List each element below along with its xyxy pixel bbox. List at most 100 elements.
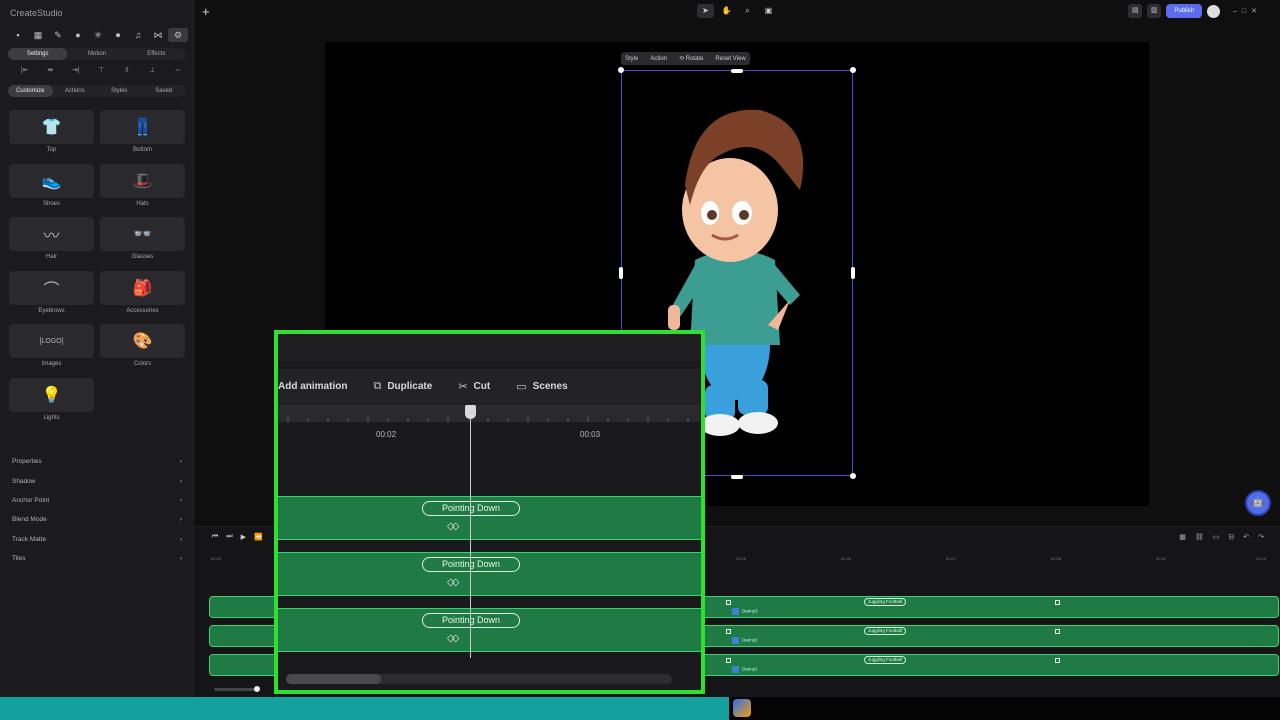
record-icon[interactable]: ⏺ [108,28,128,42]
keyframe[interactable] [1055,600,1060,605]
horizontal-scrollbar[interactable] [286,674,672,684]
split-icon[interactable]: ⊟ [1228,533,1234,541]
keyframe[interactable] [1055,658,1060,663]
tab-motion[interactable]: Motion [67,48,126,60]
scenes-button[interactable]: ▭ Scenes [516,380,567,393]
save-icon[interactable]: ▥ [1147,4,1162,18]
resize-handle[interactable] [850,473,856,479]
duplicate-button[interactable]: ⧉ Duplicate [373,380,432,393]
music-icon[interactable]: ♫ [128,28,148,42]
folder-icon[interactable]: ▪ [8,28,28,42]
zoom-track[interactable]: Pointing Down ◇◇ [278,496,701,540]
circle-icon[interactable]: ● [68,28,88,42]
undo-icon[interactable]: ↶ [1243,533,1249,541]
scroll-thumb[interactable] [286,674,381,684]
tab-settings[interactable]: Settings [8,48,68,60]
tab-customize[interactable]: Customize [8,85,53,97]
distribute-icon[interactable]: ⇔ [165,66,191,76]
link-icon[interactable]: ⛓ [1195,533,1204,541]
sparkle-icon[interactable]: ✳ [88,28,108,42]
asset-accessories[interactable]: 🎒 Accessories [100,270,185,325]
tab-actions[interactable]: Actions [53,85,98,97]
keyframe-diamond-icon[interactable]: ◇◇ [447,633,460,644]
resize-handle[interactable] [851,267,855,279]
caption-icon[interactable]: ▭ [1213,533,1220,541]
publish-button[interactable]: Publish [1166,4,1202,18]
keyframe[interactable] [726,629,731,634]
rewind-icon[interactable]: ⏪ [254,533,263,541]
asset-images[interactable]: [LOGO] Images [9,324,94,378]
asset-lights[interactable]: 💡 Lights [9,377,94,432]
prop-tiles[interactable]: Tiles › [12,549,182,568]
add-animation-button[interactable]: Add animation [278,381,347,392]
resize-handle[interactable] [731,69,743,73]
animation-clip[interactable]: Pointing Down [422,501,520,516]
app-taskbar-icon[interactable] [733,699,751,717]
align-center-v-icon[interactable]: ⇳ [114,66,140,76]
avatar[interactable] [1207,4,1220,18]
frame-icon[interactable]: ▣ [760,4,777,18]
tab-saved[interactable]: Saved [142,85,187,97]
prop-shadow[interactable]: Shadow › [12,471,182,490]
table-icon[interactable]: ▦ [28,28,48,42]
window-controls[interactable]: –□✕ [1233,7,1262,15]
style-button[interactable]: Style [625,56,638,62]
prop-anchor-point[interactable]: Anchor Point › [12,491,182,510]
animation-clip[interactable]: Juggling Football [864,656,907,664]
keyframe[interactable] [726,600,731,605]
hand-icon[interactable]: ✋ [718,4,735,18]
resize-handle[interactable] [618,67,624,73]
resize-handle[interactable] [731,475,743,479]
rotate-button[interactable]: ⟲ Rotate [679,55,703,62]
brush-icon[interactable]: ✎ [48,28,68,42]
pointer-icon[interactable]: ➤ [697,4,714,18]
tab-effects[interactable]: Effects [127,48,186,60]
zoom-track[interactable]: Pointing Down ◇◇ [278,552,701,596]
align-right-icon[interactable]: ⇥| [63,66,89,76]
gear-icon[interactable]: ⚙ [168,28,188,42]
keyframe-diamond-icon[interactable]: ◇◇ [447,577,460,588]
assistant-bot-icon[interactable]: 🤖 [1245,490,1271,516]
asset-hats[interactable]: 🎩 Hats [100,163,185,218]
asset-glasses[interactable]: 👓 Glasses [100,217,185,271]
prop-track-matte[interactable]: Track Matte › [12,530,182,549]
align-left-icon[interactable]: |⇤ [12,66,38,76]
asset-hair[interactable]: 〰 Hair [9,217,94,271]
asset-bottom[interactable]: 👖 Bottom [100,110,185,164]
keyframe-diamond-icon[interactable]: ◇◇ [447,521,460,532]
asset-colors[interactable]: 🎨 Colors [100,324,185,378]
asset-label: Hats [136,200,149,207]
keyframe[interactable] [726,658,731,663]
animation-clip[interactable]: Pointing Down [422,613,520,628]
cut-button[interactable]: ✂ Cut [458,380,490,393]
play-icon[interactable]: ▶ [241,533,246,541]
layout-icon[interactable]: ▤ [1128,4,1143,18]
grid-icon[interactable]: ▦ [1179,533,1186,541]
animation-clip[interactable]: Juggling Football [864,598,907,606]
action-button[interactable]: Action [650,56,667,62]
resize-handle[interactable] [850,67,856,73]
zoom-track[interactable]: Pointing Down ◇◇ [278,608,701,652]
step-forward-icon[interactable]: ⏭ [226,533,232,541]
redo-icon[interactable]: ↷ [1258,533,1264,541]
resize-handle[interactable] [619,267,623,279]
tab-styles[interactable]: Styles [97,85,142,97]
skip-start-icon[interactable]: ⏮ [212,533,218,541]
playhead-handle[interactable] [465,405,476,419]
keyframe[interactable] [1055,629,1060,634]
reset-view-button[interactable]: Reset View [715,56,745,62]
timeline-zoom-slider[interactable] [214,686,260,692]
animation-clip[interactable]: Juggling Football [864,627,907,635]
add-icon[interactable]: + [202,4,210,19]
asset-eyebrows[interactable]: ⌒ Eyebrows [9,270,94,325]
align-center-h-icon[interactable]: ⇹ [38,66,64,76]
align-bottom-icon[interactable]: ⊥ [140,66,166,76]
asset-shoes[interactable]: 👟 Shoes [9,163,94,218]
align-top-icon[interactable]: ⊤ [89,66,115,76]
prop-blend-mode[interactable]: Blend Mode › [12,510,182,529]
animation-clip[interactable]: Pointing Down [422,557,520,572]
search-icon[interactable]: ⌕ [739,4,756,18]
bowtie-icon[interactable]: ⋈ [148,28,168,42]
asset-top[interactable]: 👕 Top [9,110,94,164]
prop-properties[interactable]: Properties › [12,452,182,471]
